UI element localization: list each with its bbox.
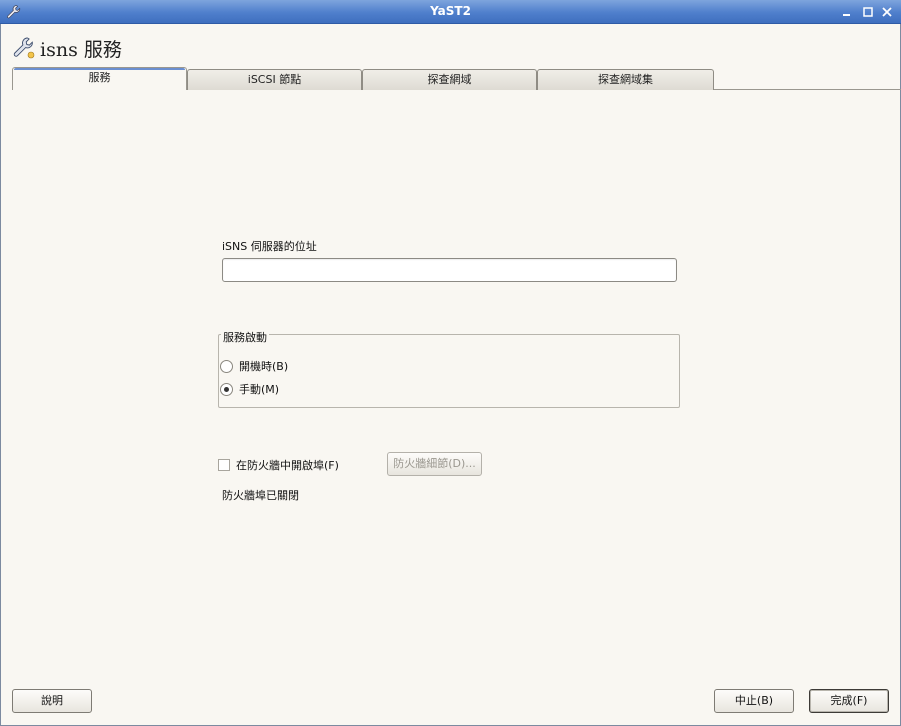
- abort-button[interactable]: 中止(B): [714, 689, 794, 713]
- tab-service[interactable]: 服務: [12, 67, 187, 90]
- radio-button[interactable]: [220, 382, 233, 396]
- maximize-icon[interactable]: [861, 5, 875, 19]
- tab-iscsi-nodes[interactable]: iSCSI 節點: [187, 69, 362, 90]
- finish-button[interactable]: 完成(F): [809, 689, 889, 713]
- radio-button[interactable]: [220, 359, 233, 373]
- radio-label: 開機時(B): [239, 360, 289, 373]
- tab-discovery-domain-sets[interactable]: 探查網域集: [537, 69, 714, 90]
- checkbox-label: 在防火牆中開啟埠(F): [236, 459, 339, 472]
- tab-discovery-domains[interactable]: 探查網域: [362, 69, 537, 90]
- service-start-legend: 服務啟動: [221, 329, 269, 345]
- window-title: YaST2: [430, 4, 471, 18]
- radio-label: 手動(M): [239, 383, 280, 396]
- tab-label: iSCSI 節點: [247, 73, 302, 86]
- close-icon[interactable]: [880, 5, 894, 19]
- radio-on-boot[interactable]: 開機時(B): [220, 358, 288, 374]
- checkbox-box[interactable]: [218, 459, 230, 471]
- server-address-input[interactable]: [222, 258, 677, 282]
- button-label: 防火牆細節(D)...: [393, 457, 476, 470]
- tab-label: 探查網域集: [598, 73, 653, 86]
- button-label: 說明: [41, 694, 63, 707]
- help-button[interactable]: 說明: [12, 689, 92, 713]
- wrench-icon: [13, 37, 35, 59]
- button-label: 完成(F): [830, 694, 868, 707]
- tab-bar: 服務 iSCSI 節點 探查網域 探查網域集: [12, 67, 901, 91]
- window-frame-left: [0, 24, 1, 726]
- dialog-header: isns 服務: [12, 34, 122, 62]
- window-titlebar[interactable]: YaST2: [0, 0, 901, 24]
- radio-manual[interactable]: 手動(M): [220, 381, 279, 397]
- button-label: 中止(B): [734, 694, 774, 707]
- server-address-label: iSNS 伺服器的位址: [222, 240, 317, 253]
- open-firewall-port-checkbox[interactable]: 在防火牆中開啟埠(F): [218, 457, 339, 473]
- minimize-icon[interactable]: [840, 5, 854, 19]
- firewall-details-button[interactable]: 防火牆細節(D)...: [387, 452, 482, 476]
- tab-label: 探查網域: [427, 73, 472, 86]
- tab-label: 服務: [88, 71, 111, 84]
- page-title: isns 服務: [40, 38, 122, 61]
- firewall-status-text: 防火牆埠已關閉: [222, 489, 299, 502]
